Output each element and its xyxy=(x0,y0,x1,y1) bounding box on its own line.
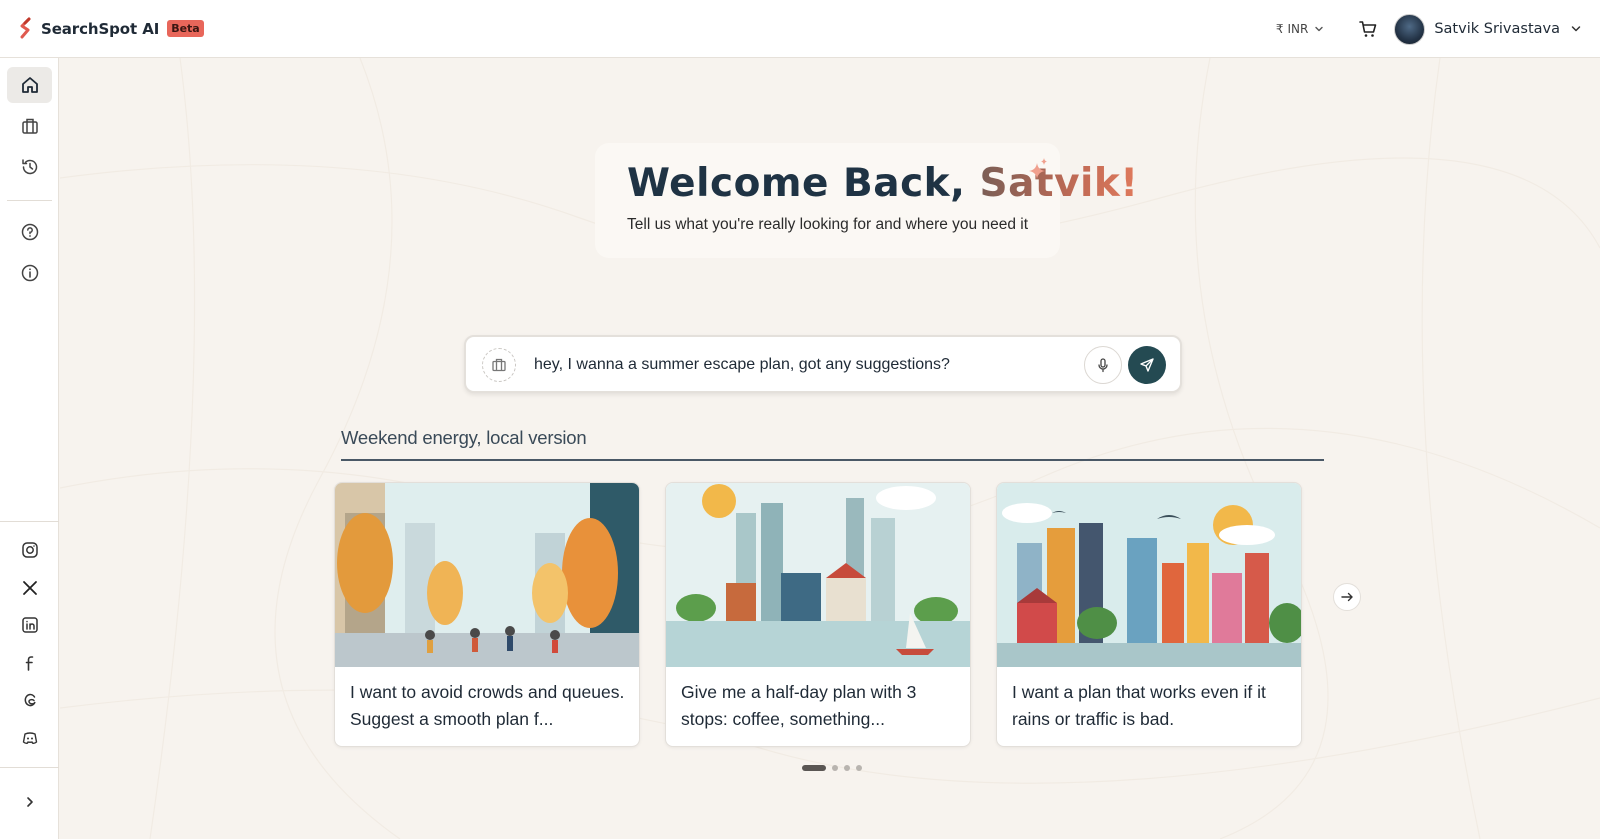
chevron-right-icon xyxy=(26,797,33,807)
instagram-icon xyxy=(21,542,38,558)
trip-type-button[interactable] xyxy=(482,348,516,382)
welcome-prefix: Welcome Back, xyxy=(627,161,980,206)
carousel-pagination xyxy=(802,765,868,771)
microphone-icon xyxy=(1098,358,1108,373)
brand-logo-icon xyxy=(20,17,31,38)
facebook-icon xyxy=(25,656,33,671)
sidebar-divider xyxy=(7,200,52,201)
carousel-dot[interactable] xyxy=(844,765,850,771)
threads-link[interactable] xyxy=(7,682,52,718)
sidebar-item-history[interactable] xyxy=(7,149,52,185)
brand[interactable]: SearchSpot AI Beta xyxy=(18,17,204,41)
carousel-dot[interactable] xyxy=(832,765,838,771)
home-icon xyxy=(21,77,38,93)
x-icon xyxy=(22,581,37,595)
voice-input-button[interactable] xyxy=(1084,346,1122,384)
sidebar-divider xyxy=(0,767,59,768)
history-icon xyxy=(21,159,37,175)
send-button[interactable] xyxy=(1128,346,1166,384)
currency-selector[interactable]: ₹ INR xyxy=(1276,22,1325,36)
discord-icon xyxy=(22,732,37,745)
discord-link[interactable] xyxy=(7,720,52,756)
suggestion-card[interactable]: I want a plan that works even if it rain… xyxy=(996,482,1302,747)
avatar xyxy=(1394,13,1426,45)
help-icon xyxy=(21,223,38,241)
card-image-park xyxy=(335,483,639,667)
card-image-city-waterfront xyxy=(666,483,970,667)
sidebar-item-trips[interactable] xyxy=(7,108,52,144)
brand-name: SearchSpot AI xyxy=(41,19,160,38)
luggage-icon xyxy=(492,358,506,372)
send-icon xyxy=(1140,358,1154,372)
sidebar-item-info[interactable] xyxy=(7,255,52,291)
beta-badge: Beta xyxy=(167,20,204,37)
expand-sidebar-button[interactable] xyxy=(7,784,52,820)
sparkle-icon xyxy=(1029,158,1047,179)
arrow-right-icon xyxy=(1341,592,1353,602)
linkedin-icon xyxy=(21,617,38,633)
currency-code: INR xyxy=(1287,22,1309,36)
card-text: I want to avoid crowds and queues. Sugge… xyxy=(350,682,625,729)
user-name: Satvik Srivastava xyxy=(1434,21,1560,37)
carousel-dot[interactable] xyxy=(856,765,862,771)
x-link[interactable] xyxy=(7,570,52,606)
card-text: I want a plan that works even if it rain… xyxy=(1012,682,1266,729)
suggestion-card[interactable]: Give me a half-day plan with 3 stops: co… xyxy=(665,482,971,747)
card-image-colorful-city xyxy=(997,483,1301,667)
facebook-link[interactable] xyxy=(7,645,52,681)
linkedin-link[interactable] xyxy=(7,607,52,643)
info-icon xyxy=(21,264,38,282)
welcome-title: Welcome Back, Satvik! xyxy=(627,161,1139,206)
top-bar: SearchSpot AI Beta ₹ INR Satvik Srivasta… xyxy=(0,0,1600,58)
carousel-next-button[interactable] xyxy=(1333,583,1361,611)
carousel-dot[interactable] xyxy=(802,765,826,771)
sidebar-divider xyxy=(0,521,59,522)
search-bar xyxy=(464,335,1182,393)
welcome-user-name: Satvik! xyxy=(979,161,1139,206)
luggage-icon xyxy=(21,118,38,134)
instagram-link[interactable] xyxy=(7,532,52,568)
sidebar-item-home[interactable] xyxy=(7,67,52,103)
suggestion-card[interactable]: I want to avoid crowds and queues. Sugge… xyxy=(334,482,640,747)
welcome-subtitle: Tell us what you're really looking for a… xyxy=(627,216,1029,233)
section-divider xyxy=(341,459,1324,461)
section-title: Weekend energy, local version xyxy=(341,427,587,448)
threads-icon xyxy=(24,693,36,707)
main-content: Welcome Back, Satvik! Tell us what you'r… xyxy=(60,58,1600,839)
welcome-card: Welcome Back, Satvik! Tell us what you'r… xyxy=(595,143,1138,258)
sidebar-item-help[interactable] xyxy=(7,214,52,250)
chevron-down-icon xyxy=(1571,26,1581,32)
card-text: Give me a half-day plan with 3 stops: co… xyxy=(681,682,917,729)
chevron-down-icon xyxy=(1315,26,1324,32)
user-menu[interactable]: Satvik Srivastava xyxy=(1394,13,1582,45)
currency-symbol: ₹ xyxy=(1275,22,1284,36)
cart-icon[interactable] xyxy=(1358,19,1378,39)
sidebar xyxy=(0,58,59,839)
search-input[interactable] xyxy=(534,349,1074,381)
